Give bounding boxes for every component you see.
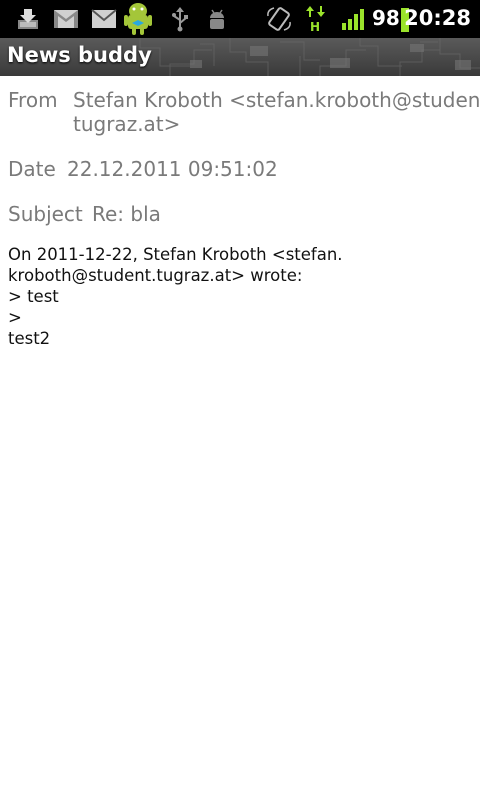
body-line: >: [8, 308, 22, 327]
from-value-line1: Stefan Kroboth <stefan.kroboth@student.: [73, 88, 480, 112]
app-title: News buddy: [7, 43, 152, 67]
email-icon: [90, 5, 118, 33]
subject-label: Subject: [8, 202, 83, 226]
body-line: kroboth@student.tugraz.at> wrote:: [8, 266, 303, 285]
date-row: Date 22.12.2011 09:51:02: [8, 157, 480, 181]
svg-text:H: H: [310, 20, 320, 33]
message-body: On 2011-12-22, Stefan Kroboth <stefan. k…: [8, 244, 343, 349]
clock: 20:28: [404, 6, 471, 30]
battery-percent: 98: [372, 6, 400, 30]
from-row: From Stefan Kroboth <stefan.kroboth@stud…: [8, 88, 480, 138]
hspa-data-icon: H: [304, 5, 328, 33]
signal-icon: [340, 5, 368, 33]
body-line: test2: [8, 329, 51, 348]
date-label: Date: [8, 157, 56, 181]
body-line: > test: [8, 287, 59, 306]
gmail-icon: [52, 5, 80, 33]
status-bar: H 98 20:28: [0, 0, 480, 38]
app-title-bar: News buddy: [0, 38, 480, 76]
rotate-icon: [264, 5, 294, 33]
usb-icon: [168, 5, 192, 33]
android-buddy-icon: [122, 1, 154, 37]
download-icon: [14, 5, 42, 33]
date-value: 22.12.2011 09:51:02: [67, 157, 278, 181]
subject-value: Re: bla: [92, 202, 161, 226]
body-line: On 2011-12-22, Stefan Kroboth <stefan.: [8, 245, 343, 264]
from-value-line2: tugraz.at>: [73, 112, 181, 136]
subject-row: Subject Re: bla: [8, 202, 480, 226]
from-label: From: [8, 88, 58, 112]
android-debug-icon: [204, 5, 230, 33]
